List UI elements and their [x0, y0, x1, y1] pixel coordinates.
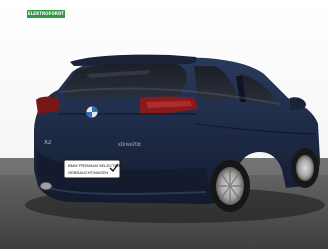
front-wheel-rim: [296, 155, 314, 181]
electric-badge: ELEKTROFORDT: [27, 10, 65, 18]
plate-line-1: BMW PREMIUM SELECTION: [68, 163, 122, 168]
car-photo-frame: ELEKTROFORDT X2 sDrive20d BMW PREMIUM SE…: [0, 0, 328, 249]
car-photo: X2 sDrive20d BMW PREMIUM SELECTION GEBRA…: [0, 0, 328, 249]
exhaust-tip: [39, 181, 53, 191]
rear-wheel-spokes: [216, 167, 244, 205]
plate-line-2: GEBRAUCHTWAGEN: [68, 170, 108, 175]
model-badge: sDrive20d: [118, 142, 141, 148]
rear-badge: X2: [44, 140, 52, 146]
